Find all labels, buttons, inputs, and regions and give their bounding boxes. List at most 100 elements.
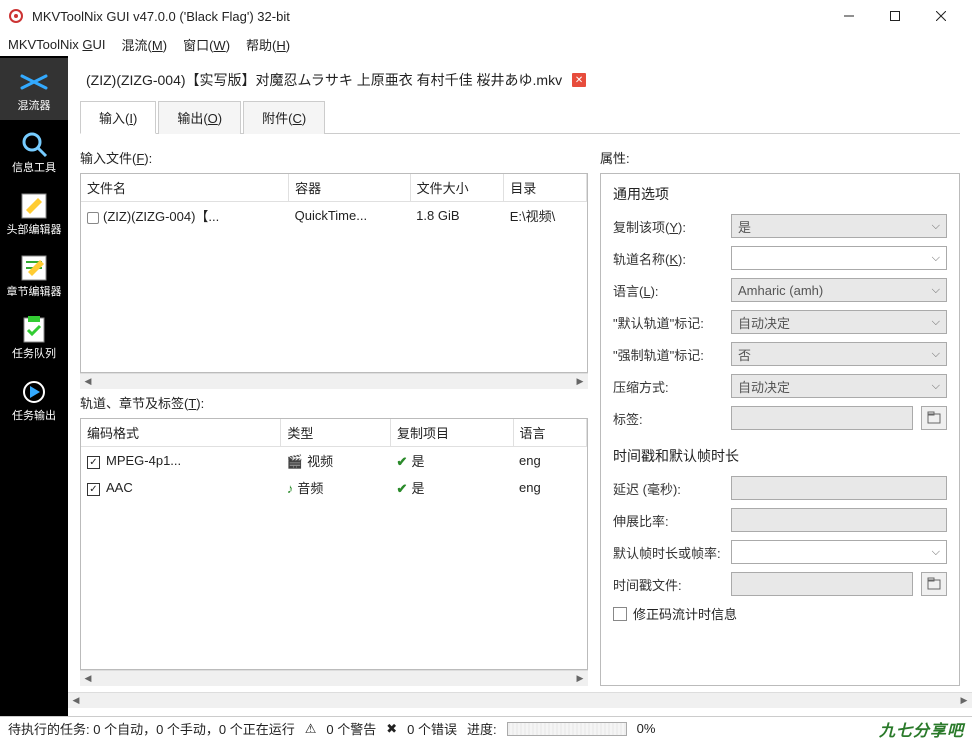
compression-label: 压缩方式: (613, 377, 723, 396)
timestamp-file-input[interactable] (731, 572, 913, 596)
default-flag-select[interactable]: 自动决定 (731, 310, 947, 334)
delay-label: 延迟 (毫秒): (613, 479, 723, 498)
copy-item-label: 复制该项(Y): (613, 217, 723, 236)
sidebar-label-output: 任务输出 (12, 410, 56, 422)
check-icon: ✔ (397, 481, 408, 496)
progress-pct: 0% (637, 721, 656, 736)
general-options-title: 通用选项 (613, 184, 947, 204)
main-scrollbar[interactable]: ◀▶ (68, 692, 972, 708)
track-checkbox[interactable] (87, 483, 100, 496)
sidebar-item-job-queue[interactable]: 任务队列 (0, 306, 68, 368)
job-queue-icon (18, 314, 50, 346)
stretch-input[interactable] (731, 508, 947, 532)
video-type-icon: 🎬 (287, 454, 303, 469)
sidebar-label-chapter: 章节编辑器 (7, 286, 62, 298)
header-editor-icon (18, 190, 50, 222)
delay-input[interactable] (731, 476, 947, 500)
check-icon: ✔ (397, 454, 408, 469)
col-container[interactable]: 容器 (289, 174, 411, 202)
sidebar-item-header-editor[interactable]: 头部编辑器 (0, 182, 68, 244)
col-type[interactable]: 类型 (281, 419, 391, 447)
progress-bar (507, 722, 627, 736)
sidebar: 混流器 信息工具 头部编辑器 章节编辑器 任务队列 任务输出 (0, 56, 68, 716)
input-files-scrollbar[interactable]: ◀▶ (80, 373, 588, 389)
file-icon (87, 212, 99, 224)
app-icon (8, 8, 24, 24)
maximize-button[interactable] (872, 0, 918, 32)
tracks-table[interactable]: 编码格式 类型 复制项目 语言 MPEG-4p1... 🎬视频 ✔是 eng (80, 418, 588, 670)
tracks-label: 轨道、章节及标签(T): (80, 393, 588, 412)
track-name-input[interactable] (731, 246, 947, 270)
close-tab-icon[interactable]: ✕ (572, 73, 586, 87)
error-icon: ✖ (386, 721, 397, 737)
sidebar-item-info[interactable]: 信息工具 (0, 120, 68, 182)
track-row[interactable]: MPEG-4p1... 🎬视频 ✔是 eng (81, 447, 587, 475)
col-name[interactable]: 文件名 (81, 174, 289, 202)
track-checkbox[interactable] (87, 456, 100, 469)
copy-item-select[interactable]: 是 (731, 214, 947, 238)
titlebar: MKVToolNix GUI v47.0.0 ('Black Flag') 32… (0, 0, 972, 32)
brand-watermark: 九七分享吧 (879, 717, 964, 741)
sidebar-item-job-output[interactable]: 任务输出 (0, 368, 68, 430)
audio-type-icon: ♪ (287, 481, 294, 496)
properties-panel: 通用选项 复制该项(Y): 是 轨道名称(K): 语言(L): Amharic … (600, 173, 960, 686)
tracks-scrollbar[interactable]: ◀▶ (80, 670, 588, 686)
tags-label: 标签: (613, 409, 723, 428)
subtab-input[interactable]: 输入(I) (80, 101, 156, 134)
progress-label: 进度: (467, 719, 497, 738)
fix-timing-label: 修正码流计时信息 (633, 604, 737, 623)
col-codec[interactable]: 编码格式 (81, 419, 281, 447)
statusbar: 待执行的任务: 0 个自动，0 个手动，0 个正在运行 ⚠ 0 个警告 ✖ 0 … (0, 716, 972, 740)
job-output-icon (18, 376, 50, 408)
forced-flag-label: "强制轨道"标记: (613, 345, 723, 364)
status-errors[interactable]: 0 个错误 (407, 719, 457, 738)
minimize-button[interactable] (826, 0, 872, 32)
sidebar-item-muxer[interactable]: 混流器 (0, 58, 68, 120)
default-flag-label: "默认轨道"标记: (613, 313, 723, 332)
chapter-editor-icon (18, 252, 50, 284)
input-file-row[interactable]: (ZIZ)(ZIZG-004)【... QuickTime... 1.8 GiB… (81, 202, 587, 230)
sidebar-item-chapter-editor[interactable]: 章节编辑器 (0, 244, 68, 306)
menu-help[interactable]: 帮助(H) (246, 35, 290, 54)
menu-app[interactable]: MKVToolNix GUI (8, 37, 106, 52)
default-duration-label: 默认帧时长或帧率: (613, 543, 723, 562)
tags-input[interactable] (731, 406, 913, 430)
status-warnings[interactable]: 0 个警告 (326, 719, 376, 738)
window-title: MKVToolNix GUI v47.0.0 ('Black Flag') 32… (32, 9, 826, 24)
timestamp-file-label: 时间戳文件: (613, 575, 723, 594)
properties-label: 属性: (600, 148, 960, 167)
subtab-attachments[interactable]: 附件(C) (243, 101, 325, 134)
language-select[interactable]: Amharic (amh) (731, 278, 947, 302)
fix-timing-checkbox[interactable] (613, 607, 627, 621)
warning-icon: ⚠ (305, 721, 317, 737)
subtab-output[interactable]: 输出(O) (158, 101, 241, 134)
input-files-label: 输入文件(F): (80, 148, 588, 167)
col-lang[interactable]: 语言 (513, 419, 587, 447)
col-dir[interactable]: 目录 (504, 174, 587, 202)
forced-flag-select[interactable]: 否 (731, 342, 947, 366)
language-label: 语言(L): (613, 281, 723, 300)
file-tab[interactable]: (ZIZ)(ZIZG-004)【实写版】对魔忍ムラサキ 上原亜衣 有村千佳 桜井… (80, 68, 568, 92)
tags-browse-button[interactable] (921, 406, 947, 430)
sidebar-label-header: 头部编辑器 (7, 224, 62, 236)
stretch-label: 伸展比率: (613, 511, 723, 530)
col-copy[interactable]: 复制项目 (391, 419, 513, 447)
menu-window[interactable]: 窗口(W) (183, 35, 230, 54)
sidebar-label-muxer: 混流器 (18, 100, 51, 112)
track-row[interactable]: AAC ♪音频 ✔是 eng (81, 474, 587, 501)
timing-title: 时间戳和默认帧时长 (613, 446, 947, 466)
menubar: MKVToolNix GUI 混流(M) 窗口(W) 帮助(H) (0, 32, 972, 56)
status-tasks: 待执行的任务: 0 个自动，0 个手动，0 个正在运行 (8, 719, 295, 738)
compression-select[interactable]: 自动决定 (731, 374, 947, 398)
input-files-table[interactable]: 文件名 容器 文件大小 目录 (ZIZ)(ZIZG-004)【... Quick… (80, 173, 588, 373)
sidebar-label-info: 信息工具 (12, 162, 56, 174)
timestamp-browse-button[interactable] (921, 572, 947, 596)
col-size[interactable]: 文件大小 (410, 174, 504, 202)
muxer-icon (18, 66, 50, 98)
info-icon (18, 128, 50, 160)
main-panel: (ZIZ)(ZIZG-004)【实写版】对魔忍ムラサキ 上原亜衣 有村千佳 桜井… (68, 56, 972, 716)
close-button[interactable] (918, 0, 964, 32)
menu-mux[interactable]: 混流(M) (122, 35, 168, 54)
default-duration-select[interactable] (731, 540, 947, 564)
track-name-label: 轨道名称(K): (613, 249, 723, 268)
